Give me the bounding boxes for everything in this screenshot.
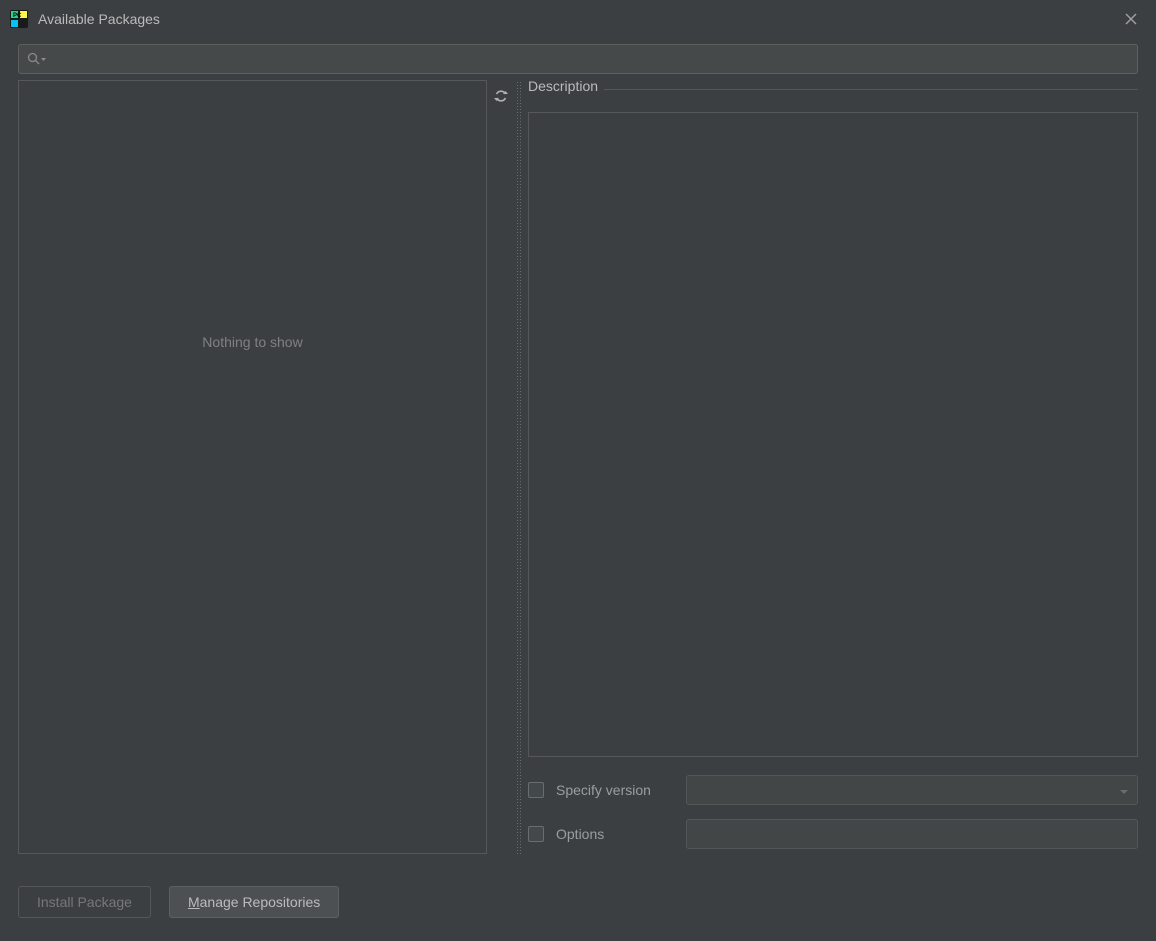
description-divider xyxy=(528,89,1138,90)
window-title: Available Packages xyxy=(38,11,160,27)
search-row xyxy=(0,38,1156,80)
specify-version-label: Specify version xyxy=(556,782,674,798)
titlebar-left: PC Available Packages xyxy=(10,10,160,28)
refresh-column xyxy=(487,80,515,860)
version-combo[interactable] xyxy=(686,775,1138,805)
options-field[interactable] xyxy=(686,819,1138,849)
left-panel: Nothing to show xyxy=(18,80,515,860)
options-label: Options xyxy=(556,826,674,842)
splitter-handle[interactable] xyxy=(515,80,522,854)
close-button[interactable] xyxy=(1116,4,1146,34)
install-package-button[interactable]: Install Package xyxy=(18,886,151,918)
options-checkbox[interactable] xyxy=(528,826,544,842)
main-area: Nothing to show Description Specify ve xyxy=(0,80,1156,860)
svg-text:PC: PC xyxy=(13,13,22,19)
specify-version-checkbox[interactable] xyxy=(528,782,544,798)
titlebar: PC Available Packages xyxy=(0,0,1156,38)
options-row: Options xyxy=(528,819,1138,849)
empty-message: Nothing to show xyxy=(202,334,302,350)
manage-repositories-label: Manage Repositories xyxy=(188,894,320,910)
description-legend: Description xyxy=(528,78,604,94)
search-input[interactable] xyxy=(53,45,1137,73)
right-panel: Description Specify version Options xyxy=(522,80,1138,860)
pycharm-icon: PC xyxy=(10,10,28,28)
install-package-label: Install Package xyxy=(37,894,132,910)
search-icon xyxy=(27,52,47,66)
package-list[interactable]: Nothing to show xyxy=(18,80,487,854)
chevron-down-icon xyxy=(1119,782,1129,798)
description-box xyxy=(528,112,1138,757)
specify-version-row: Specify version xyxy=(528,775,1138,805)
search-box[interactable] xyxy=(18,44,1138,74)
refresh-button[interactable] xyxy=(493,88,509,107)
button-bar: Install Package Manage Repositories xyxy=(18,886,339,918)
manage-repositories-button[interactable]: Manage Repositories xyxy=(169,886,339,918)
description-group: Description xyxy=(528,80,1138,757)
